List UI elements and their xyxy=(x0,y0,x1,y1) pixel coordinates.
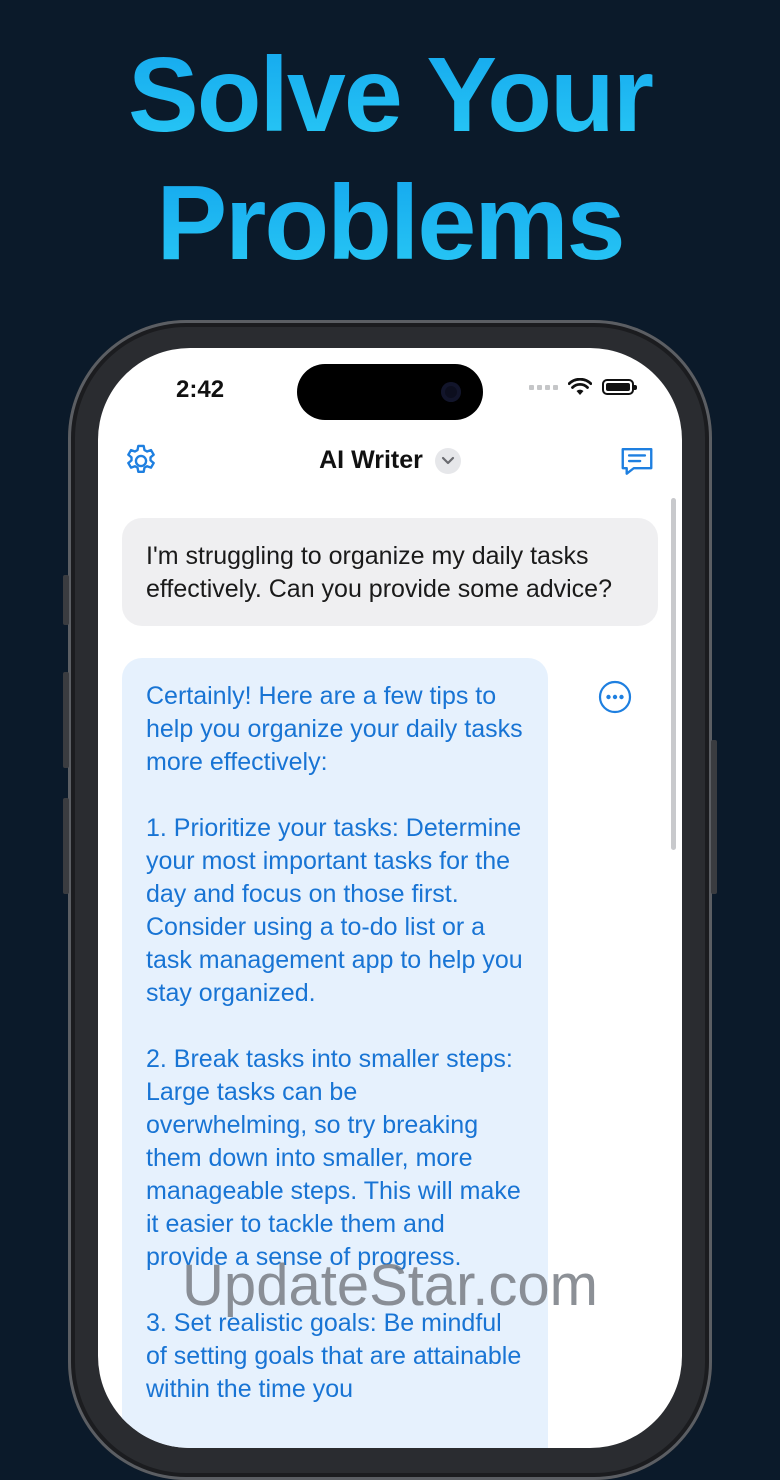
dynamic-island xyxy=(297,364,483,420)
phone-power-button xyxy=(711,740,717,894)
phone-silent-switch xyxy=(63,575,69,625)
ai-message-bubble: Certainly! Here are a few tips to help y… xyxy=(122,658,548,1448)
title-dropdown[interactable]: AI Writer xyxy=(98,446,682,475)
scrollbar[interactable] xyxy=(671,498,676,850)
chevron-down-icon xyxy=(434,447,461,474)
status-icons xyxy=(529,378,637,396)
user-message-bubble: I'm struggling to organize my daily task… xyxy=(122,518,658,626)
compose-chat-icon[interactable] xyxy=(618,442,656,480)
nav-title: AI Writer xyxy=(319,446,423,474)
camera-icon xyxy=(441,382,461,402)
wifi-icon xyxy=(568,378,592,395)
status-time: 2:42 xyxy=(176,376,225,403)
watermark: UpdateStar.com xyxy=(182,1253,598,1318)
phone-volume-up xyxy=(63,672,69,768)
battery-icon xyxy=(602,379,637,395)
more-options-icon[interactable] xyxy=(598,680,632,714)
headline-line-2: Problems xyxy=(0,170,780,276)
nav-bar: AI Writer xyxy=(98,440,682,482)
headline-line-1: Solve Your xyxy=(0,42,780,148)
signal-icon xyxy=(529,384,558,390)
phone-volume-down xyxy=(63,798,69,894)
